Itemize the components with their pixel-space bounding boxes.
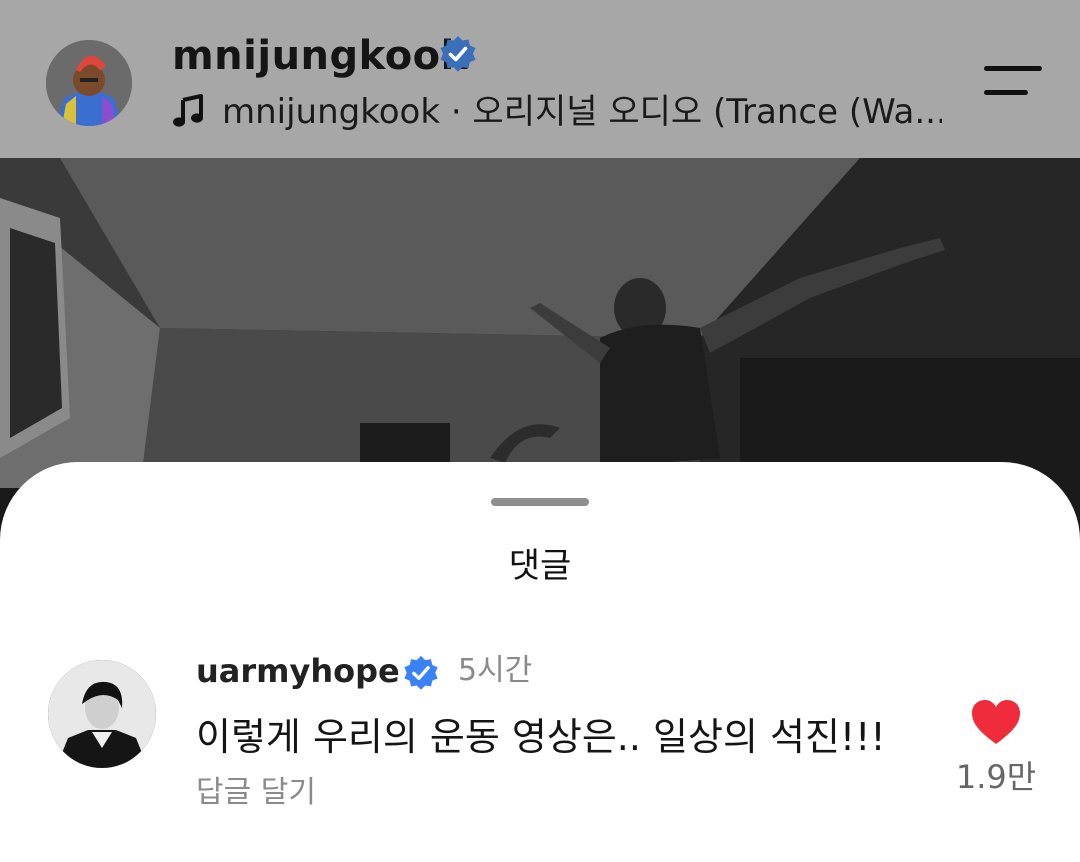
sheet-drag-handle[interactable] [491,498,589,506]
reply-button[interactable]: 답글 달기 [196,772,316,814]
comment-timestamp: 5시간 [458,653,533,688]
comments-sheet: 댓글 uarmyhope 5시간 이렇게 우리의 운동 영상은.. 일상의 석진… [0,462,1080,862]
video-frame [0,158,1080,488]
audio-track-link[interactable]: mnijungkook · 오리지널 오디오 (Trance (Wa... [222,90,942,134]
heart-icon[interactable] [970,698,1022,746]
music-note-icon [173,94,203,127]
username-label[interactable]: mnijungkook [172,32,468,80]
avatar-illustration [46,40,132,126]
hamburger-menu-icon[interactable] [980,62,1046,102]
profile-avatar[interactable] [46,40,132,126]
like-count: 1.9만 [955,758,1037,796]
verified-badge-icon [440,36,476,72]
reel-header: mnijungkook mnijungkook · 오리지널 오디오 (Tran… [0,0,1080,158]
verified-badge-icon [404,655,438,690]
comment-text: 이렇게 우리의 운동 영상은.. 일상의 석진!!! [196,715,886,759]
comments-title: 댓글 [508,546,572,586]
avatar-photo [48,660,156,768]
video-player[interactable] [0,158,1080,488]
commenter-username[interactable]: uarmyhope [196,650,400,692]
commenter-avatar[interactable] [48,660,156,768]
